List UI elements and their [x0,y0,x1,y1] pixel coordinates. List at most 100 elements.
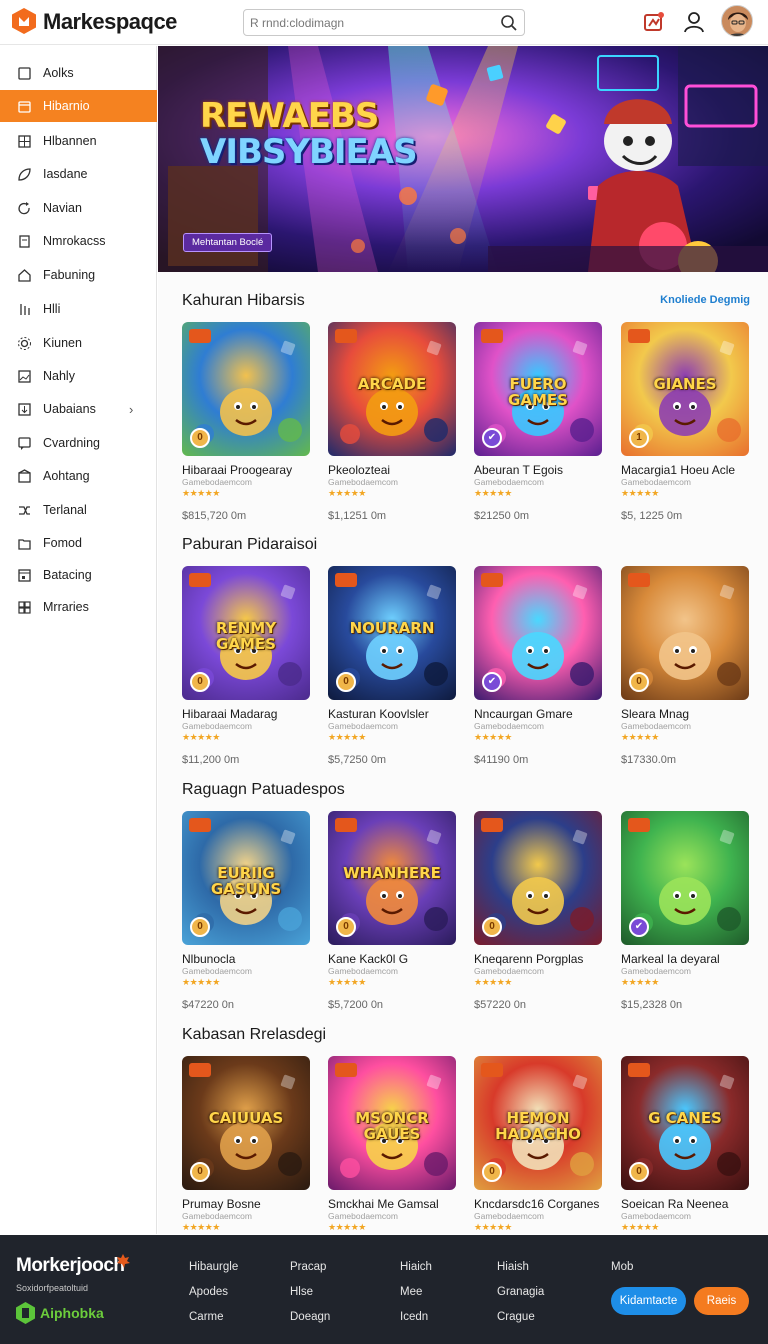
game-card[interactable]: 0 Hibaraai Proogearay Gamebodaemcom ★★★★★ $8… [182,322,310,522]
game-price: $15,2328 0n [621,999,683,1011]
home-icon [18,269,31,282]
footer-link[interactable]: Hiaich [400,1255,432,1280]
new-tag-badge [628,818,650,832]
sidebar-item-hibarnio[interactable]: Hibarnio [0,90,157,122]
game-title: Prumay Bosne [182,1197,261,1211]
game-publisher: Gamebodaemcom [182,721,252,731]
sidebar-item-aohtang[interactable]: Aohtang [0,460,157,492]
footer-link[interactable]: Apodes [189,1280,238,1305]
footer-link[interactable]: Hibaurgle [189,1255,238,1280]
game-publisher: Gamebodaemcom [182,966,252,976]
game-publisher: Gamebodaemcom [182,477,252,487]
sidebar-item-aolks[interactable]: Aolks [0,57,157,89]
game-card[interactable]: ✔ Markeal Ia deyaral Gamebodaemcom ★★★★★ $15… [621,811,749,1011]
footer-link[interactable]: Crague [497,1305,544,1330]
game-price: $21250 0m [474,510,530,522]
section-see-all-link[interactable]: Knoliede Degmig [660,294,750,306]
notifications-icon[interactable] [642,10,666,34]
footer-link[interactable]: Mee [400,1280,432,1305]
footer-link[interactable]: Hiaish [497,1255,544,1280]
game-card[interactable]: MSONCR GAUES Smckhai Me Gamsal Gamebodaemc… [328,1056,456,1256]
sidebar-item-terlanal[interactable]: Terlanal [0,494,157,526]
game-card[interactable]: CAIUUAS 0 Prumay Bosne Gamebodaemcom ★★★★★ [182,1056,310,1256]
footer-link[interactable]: Mob [611,1255,633,1280]
sidebar-item-uabaians[interactable]: Uabaians › [0,393,157,425]
search-input[interactable] [250,13,490,33]
contact-button[interactable]: Kidamtacte [611,1287,686,1315]
game-thumbnail[interactable]: EURIIG GASUNS 0 [182,811,310,945]
sidebar-item-navian[interactable]: Navian [0,192,157,224]
game-thumbnail[interactable]: 0 [182,322,310,456]
game-title: Macargia1 Hoeu Acle [621,463,736,477]
game-thumbnail[interactable]: FUERO GAMES ✔ [474,322,602,456]
tag-icon [19,235,30,248]
sidebar-item-iasdane[interactable]: Iasdane [0,158,157,190]
game-thumbnail[interactable]: G CANES 0 [621,1056,749,1190]
footer-link[interactable]: Carme [189,1305,238,1330]
sidebar-item-hlli[interactable]: Hlli [0,293,157,325]
game-thumbnail[interactable]: 0 [621,566,749,700]
game-thumbnail[interactable]: ✔ [474,566,602,700]
sidebar-item-cvardning[interactable]: Cvardning [0,427,157,459]
footer-link[interactable]: Pracap [290,1255,330,1280]
sidebar-item-label: Navian [43,201,82,215]
game-card[interactable]: ✔ Nncaurgan Gmare Gamebodaemcom ★★★★★ $41190… [474,566,602,766]
sidebar-item-batacing[interactable]: Batacing [0,559,157,591]
section-title: Kabasan Rrelasdegi [182,1026,327,1043]
game-thumbnail[interactable]: MSONCR GAUES [328,1056,456,1190]
game-thumbnail[interactable]: WHANHERE 0 [328,811,456,945]
game-card[interactable]: ARCADE Pkeolozteai Gamebodaemcom ★★★★★ $1,12… [328,322,456,522]
secondary-button[interactable]: Raeis [694,1287,749,1315]
sidebar-item-nahly[interactable]: Nahly [0,360,157,392]
sidebar-item-label: Nahly [43,369,75,383]
game-card[interactable]: 0 Sleara Mnag Gamebodaemcom ★★★★★ $17330.0m [621,566,749,766]
footer-logo[interactable]: Morkerjooch [16,1255,125,1277]
game-card[interactable]: FUERO GAMES ✔ Abeuran T Egois Gamebodaemcom… [474,322,602,522]
game-card[interactable]: HEMON HADAGHO 0 Kncdarsdc16 Corganes Gamebo… [474,1056,602,1256]
new-tag-badge [481,573,503,587]
hero-title: REWAEBS VIBSYBIEAS [200,98,418,170]
chevron-right-icon[interactable]: › [129,402,133,417]
sidebar-item-hlbannen[interactable]: Hlbannen [0,125,157,157]
game-thumbnail[interactable]: RENMY GAMES 0 [182,566,310,700]
game-publisher: Gamebodaemcom [328,966,398,976]
game-card[interactable]: EURIIG GASUNS 0 Nlbunocla Gamebodaemcom ★★★★… [182,811,310,1011]
game-card[interactable]: 0 Kneqarenn Porgplas Gamebodaemcom ★★★★★ $57… [474,811,602,1011]
footer-link[interactable]: Doeagn [290,1305,330,1330]
avatar[interactable] [721,5,753,37]
footer-link[interactable]: Icedn [400,1305,432,1330]
sidebar-item-fomod[interactable]: Fomod [0,527,157,559]
sidebar-item-nmrokacss[interactable]: Nmrokacss [0,225,157,257]
search-icon[interactable] [500,14,518,32]
logo-text[interactable]: Markespaqce [43,9,177,35]
calendar2-icon [18,569,31,582]
game-thumbnail[interactable]: CAIUUAS 0 [182,1056,310,1190]
footer-link[interactable]: Granagia [497,1280,544,1305]
game-thumbnail[interactable]: ARCADE [328,322,456,456]
game-thumbnail[interactable]: 0 [474,811,602,945]
footer-column: Pracap Hlse Doeagn [290,1255,330,1330]
game-thumbnail[interactable]: GIANES 1 [621,322,749,456]
sidebar-item-kiunen[interactable]: Kiunen [0,327,157,359]
game-card[interactable]: GIANES 1 Macargia1 Hoeu Acle Gamebodaemcom ★… [621,322,749,522]
game-card[interactable]: G CANES 0 Soeican Ra Neenea Gamebodaemcom ★★… [621,1056,749,1256]
sidebar: Aolks Hibarnio Hlbannen Iasdane Navian Nmroka… [0,46,157,1234]
game-card[interactable]: NOURARN 0 Kasturan Koovlsler Gamebodaemcom ★… [328,566,456,766]
game-thumbnail[interactable]: HEMON HADAGHO 0 [474,1056,602,1190]
search-bar[interactable] [243,9,525,36]
logo-icon [12,8,36,34]
game-card[interactable]: WHANHERE 0 Kane Kack0l G Gamebodaemcom ★★★★★… [328,811,456,1011]
game-art-title: WHANHERE [343,864,441,882]
new-tag-badge [628,1063,650,1077]
footer-link[interactable]: Hlse [290,1280,330,1305]
avatar-image [722,6,752,36]
user-icon[interactable] [682,10,706,34]
game-card[interactable]: RENMY GAMES 0 Hibaraai Madarag Gamebodaemco… [182,566,310,766]
hero-banner[interactable]: REWAEBS VIBSYBIEAS Mehtantan Boclé [158,46,768,272]
game-badge-icon: 0 [190,1162,210,1182]
game-thumbnail[interactable]: NOURARN 0 [328,566,456,700]
sidebar-item-mrraries[interactable]: Mrraries [0,591,157,623]
hero-badge[interactable]: Mehtantan Boclé [183,233,273,252]
game-thumbnail[interactable]: ✔ [621,811,749,945]
sidebar-item-fabuning[interactable]: Fabuning [0,259,157,291]
